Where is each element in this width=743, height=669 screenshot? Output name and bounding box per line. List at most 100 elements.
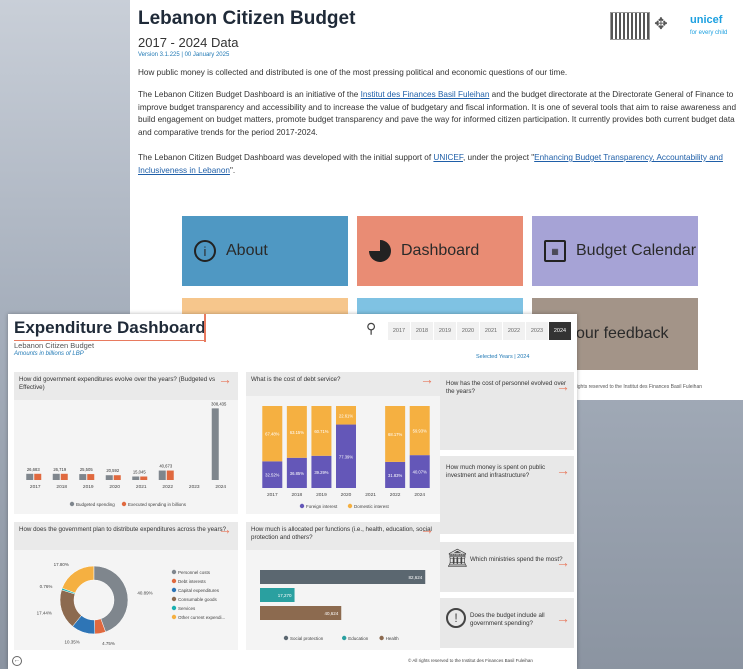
budget-calendar-button[interactable]: ▦ Budget Calendar [532, 216, 698, 286]
x-tick-label: 2021 [136, 484, 147, 490]
budgeted-bar [52, 473, 60, 480]
donut-slice [61, 565, 95, 594]
legend-label: Other current expendi... [178, 615, 225, 620]
legend-label: Budgeted spending [76, 502, 115, 507]
year-2022[interactable]: 2022 [503, 322, 525, 340]
legend-label: Social protection [290, 636, 324, 641]
description-text: The Lebanon Citizen Budget Dashboard is … [138, 90, 361, 99]
arrow-right-icon: → [420, 371, 434, 387]
domestic-label: 22.61% [339, 413, 353, 418]
cedar-icon: ✥ [654, 16, 668, 33]
units-note: Amounts in billions of LBP [14, 351, 84, 357]
year-2019[interactable]: 2019 [434, 322, 456, 340]
question-ministries[interactable]: 🏛 Which ministries spend the most? → [440, 542, 574, 592]
x-tick-label: 2022 [162, 484, 173, 490]
domestic-label: 68.17% [388, 432, 402, 437]
x-tick-label: 2019 [83, 484, 94, 490]
question-distribution-text: How does the government plan to distribu… [19, 526, 227, 533]
dashboard-button[interactable]: Dashboard [357, 216, 523, 286]
domestic-label: 59.93% [413, 429, 427, 434]
version-label: Version 3.1.225 | 00 January 2025 [138, 52, 230, 58]
question-debt-service-text: What is the cost of debt service? [251, 376, 341, 383]
executed-bar [34, 473, 42, 480]
budgeted-bar [211, 408, 219, 480]
x-tick-label: 2019 [316, 492, 327, 498]
year-filter: 2017 2018 2019 2020 2021 2022 2023 2024 [388, 322, 572, 340]
data-label: 25,505 [80, 467, 93, 472]
year-2023[interactable]: 2023 [526, 322, 548, 340]
dashboard-subtitle: Lebanon Citizen Budget [14, 341, 95, 350]
legend-swatch [299, 503, 305, 509]
legend-swatch [283, 635, 289, 641]
budgeted-bar [79, 474, 87, 480]
question-personnel-text: How has the cost of personnel evolved ov… [446, 380, 567, 395]
x-tick-label: 2018 [56, 484, 67, 490]
slice-label: 4.75% [102, 641, 115, 646]
unicef-link[interactable]: UNICEF [433, 153, 463, 162]
bar-value-label: 40,624 [324, 611, 338, 616]
year-2018[interactable]: 2018 [411, 322, 433, 340]
domestic-label: 67.48% [265, 432, 279, 437]
front-copyright: © All rights reserved to the Institut de… [408, 658, 533, 663]
year-2024[interactable]: 2024 [549, 322, 571, 340]
feedback-label: our feedback [576, 325, 669, 342]
executed-bar [87, 474, 95, 480]
expenditure-chart-panel: 26,683 2017 26,719 2018 25,505 2019 20,592 2020… [14, 400, 238, 514]
legend-swatch [347, 503, 353, 509]
legend-swatch [171, 587, 177, 593]
question-expenditures-text: How did government expenditures evolve o… [19, 376, 216, 391]
year-2017[interactable]: 2017 [388, 322, 410, 340]
legend-swatch [171, 578, 177, 584]
x-tick-label: 2024 [215, 484, 226, 490]
question-investment-text: How much money is spent on public invest… [446, 464, 546, 479]
about-label: About [226, 242, 268, 259]
unicef-logo: unicef [690, 14, 723, 26]
selected-years-label: Selected Years | 2024 [476, 354, 530, 360]
about-button[interactable]: i About [182, 216, 348, 286]
building-icon: 🏛 [446, 548, 469, 568]
legend-swatch [171, 596, 177, 602]
data-label: 308,435 [211, 401, 227, 406]
question-distribution[interactable]: How does the government plan to distribu… [14, 522, 238, 550]
support-paragraph: The Lebanon Citizen Budget Dashboard was… [138, 152, 743, 177]
legend-label: Consumable goods [178, 597, 218, 602]
legend-swatch [342, 635, 347, 641]
question-functions[interactable]: How much is allocated per functions (i.e… [246, 522, 440, 550]
distribution-donut-chart: 17.80% 40.89% 4.75% 10.35% 17.44% 0.76% Person… [37, 562, 226, 646]
year-2020[interactable]: 2020 [457, 322, 479, 340]
question-all-spending[interactable]: ! Does the budget include all government… [440, 598, 574, 648]
legend-swatch [379, 635, 384, 641]
page-subtitle: 2017 - 2024 Data [138, 35, 239, 50]
data-label: 20,592 [106, 468, 119, 473]
filter-icon[interactable]: ⚲ [366, 320, 376, 337]
function-bar [260, 570, 426, 584]
legend-swatch [171, 569, 177, 575]
year-2021[interactable]: 2021 [480, 322, 502, 340]
support-text: The Lebanon Citizen Budget Dashboard was… [138, 153, 434, 162]
budgeted-bar [26, 473, 34, 480]
question-personnel[interactable]: How has the cost of personnel evolved ov… [440, 372, 574, 450]
legend-label: Personnel costs [178, 570, 211, 575]
question-debt-service[interactable]: What is the cost of debt service? → [246, 372, 440, 396]
legend-swatch [171, 614, 177, 620]
domestic-label: 63.15% [290, 430, 304, 435]
budgeted-bar [132, 476, 140, 480]
arrow-right-icon: → [420, 521, 434, 537]
x-tick-label: 2022 [390, 492, 401, 498]
x-tick-label: 2020 [109, 484, 120, 490]
slice-label: 40.89% [137, 590, 152, 595]
x-tick-label: 2024 [414, 492, 425, 498]
question-expenditures[interactable]: How did government expenditures evolve o… [14, 372, 238, 400]
debt-stacked-chart: 32.52% 67.48% 2017 36.85% 63.15% 2018 39.29% 60… [262, 406, 430, 509]
legend-label: Education [348, 636, 369, 641]
executed-bar [140, 476, 148, 480]
slice-label: 0.76% [40, 584, 53, 589]
institute-link[interactable]: Institut des Finances Basil Fuleihan [361, 90, 490, 99]
page-title: Lebanon Citizen Budget [138, 8, 356, 29]
domestic-label: 60.71% [314, 429, 328, 434]
expenditure-bar-chart: 26,683 2017 26,719 2018 25,505 2019 20,592 2020… [26, 401, 227, 507]
question-investment[interactable]: How much money is spent on public invest… [440, 456, 574, 534]
back-arrow-icon[interactable]: ← [12, 656, 22, 666]
question-functions-text: How much is allocated per functions (i.e… [251, 526, 432, 541]
data-label: 40,673 [159, 464, 172, 469]
